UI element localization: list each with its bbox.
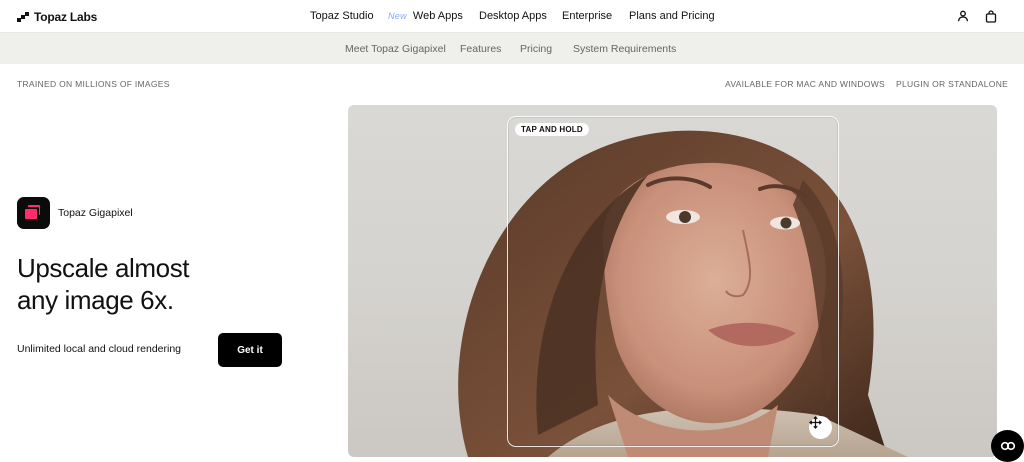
main-nav: Topaz Studio New Web Apps Desktop Apps En… <box>0 10 1024 24</box>
subnav-system-requirements[interactable]: System Requirements <box>573 43 676 55</box>
meta-platforms: AVAILABLE FOR MAC AND WINDOWS <box>725 79 885 89</box>
get-it-button[interactable]: Get it <box>218 333 282 367</box>
headline-line-1: Upscale almost <box>17 253 190 283</box>
subnav-features[interactable]: Features <box>460 43 501 55</box>
nav-plans-pricing[interactable]: Plans and Pricing <box>629 10 715 22</box>
user-icon[interactable] <box>955 8 971 24</box>
nav-web-apps[interactable]: New Web Apps <box>388 10 463 22</box>
hero-photo: TAP AND HOLD <box>348 105 997 457</box>
subnav-pricing[interactable]: Pricing <box>520 43 552 55</box>
hero-subtext: Unlimited local and cloud rendering <box>17 343 182 355</box>
move-icon[interactable] <box>809 416 832 439</box>
nav-topaz-studio[interactable]: Topaz Studio <box>310 10 374 22</box>
gigapixel-app-icon <box>17 197 50 229</box>
chat-icon[interactable] <box>991 430 1024 462</box>
nav-enterprise[interactable]: Enterprise <box>562 10 612 22</box>
headline-line-2: any image 6x. <box>17 285 174 315</box>
product-name: Topaz Gigapixel <box>58 207 133 219</box>
new-badge: New <box>388 11 407 21</box>
top-navbar: Topaz Labs Topaz Studio New Web Apps Desk… <box>0 0 1024 33</box>
nav-desktop-apps[interactable]: Desktop Apps <box>479 10 547 22</box>
bag-icon[interactable] <box>983 8 999 24</box>
nav-web-apps-label: Web Apps <box>412 10 463 22</box>
subnav-meet[interactable]: Meet Topaz Gigapixel <box>345 43 446 55</box>
tap-and-hold-label: TAP AND HOLD <box>515 123 589 136</box>
product-subnav: Meet Topaz Gigapixel Features Pricing Sy… <box>0 33 1024 64</box>
hero-headline: Upscale almost any image 6x. <box>17 252 317 316</box>
meta-plugin: PLUGIN OR STANDALONE <box>896 79 1009 89</box>
meta-trained: TRAINED ON MILLIONS OF IMAGES <box>17 79 170 89</box>
magnifier-frame[interactable]: TAP AND HOLD <box>507 116 839 447</box>
